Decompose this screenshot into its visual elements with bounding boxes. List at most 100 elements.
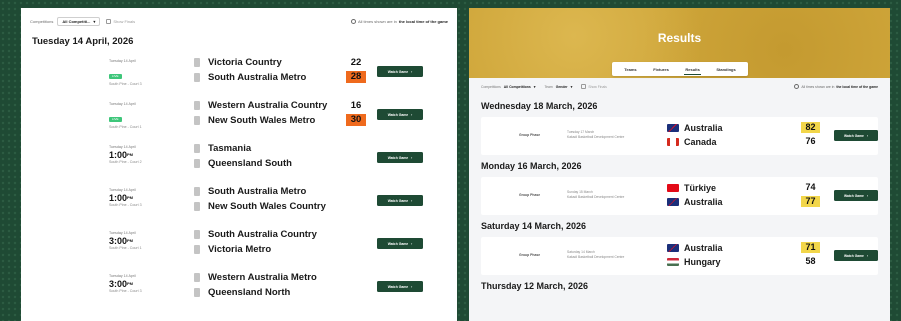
arrow-right-icon: ›	[411, 284, 413, 289]
watch-game-button[interactable]: Watch Game ›	[377, 152, 423, 163]
team-logo-icon	[194, 58, 200, 67]
away-team: Australia	[667, 197, 723, 207]
home-team-name: Victoria Country	[208, 57, 282, 68]
hungary-flag-icon	[667, 258, 679, 266]
game-row: Tuesday 14 April LIVE South Pine - Court 1…	[21, 98, 457, 141]
team-logo-icon	[194, 273, 200, 282]
game-meta: Tuesday 14 April 1:00PM South Pine - Court…	[109, 188, 189, 208]
game-venue: South Pine - Court 3	[109, 203, 142, 207]
team-logo-icon	[194, 288, 200, 297]
away-team-name: Queensland South	[208, 158, 292, 169]
away-team: Queensland South	[194, 158, 292, 169]
tab-teams[interactable]: Teams	[624, 67, 636, 72]
filter-bar: Competitions All Competiti... ▾ Show Fin…	[21, 8, 457, 34]
arrow-right-icon: ›	[411, 112, 413, 117]
show-finals-toggle[interactable]: Show Finals	[581, 84, 607, 89]
away-team-name: Victoria Metro	[208, 244, 272, 255]
game-venue: South Pine - Court 3	[109, 289, 142, 293]
game-time: 3:00PM	[109, 279, 189, 289]
live-badge: LIVE	[109, 74, 122, 79]
competitions-select[interactable]: All Competiti... ▾	[57, 16, 101, 26]
watch-game-button[interactable]: Watch Game ›	[377, 195, 423, 206]
arrow-right-icon: ›	[866, 193, 868, 198]
checkbox-icon	[581, 84, 587, 89]
arrow-right-icon: ›	[866, 133, 868, 138]
game-row: Tuesday 14 April 3:00PM South Pine - Court…	[21, 227, 457, 270]
tab-standings[interactable]: Standings	[716, 67, 735, 72]
date-heading: Wednesday 18 March, 2026	[481, 101, 598, 111]
stage-label: Group Phase	[519, 193, 541, 197]
watch-game-label: Watch Game	[387, 112, 409, 117]
timezone-note-prefix: All times shown are in	[357, 18, 397, 24]
team-logo-icon	[194, 245, 200, 254]
watch-game-button[interactable]: Watch Game ›	[377, 281, 423, 292]
home-team: Türkiye	[667, 183, 716, 193]
result-card: Group Phase Sunday 15 March Kakadi Basketb…	[481, 177, 878, 215]
watch-game-button[interactable]: Watch Game ›	[377, 109, 423, 120]
game-time: 1:00PM	[109, 150, 189, 160]
watch-game-label: Watch Game	[844, 193, 864, 198]
tab-results[interactable]: Results	[684, 67, 702, 75]
watch-game-button[interactable]: Watch Game ›	[377, 66, 423, 77]
arrow-right-icon: ›	[411, 241, 413, 246]
competitions-select[interactable]: All Competitions ▾	[504, 85, 536, 89]
home-team: Tasmania	[194, 143, 251, 154]
home-team-name: Australia	[684, 123, 723, 133]
home-team-name: Western Australia Metro	[208, 272, 317, 283]
game-time-value: 1:00	[109, 193, 128, 203]
away-team: Hungary	[667, 257, 721, 267]
away-team: Canada	[667, 137, 717, 147]
game-time-value: 3:00	[109, 279, 128, 289]
canada-flag-icon	[667, 138, 679, 146]
home-team-name: South Australia Metro	[208, 186, 307, 197]
show-finals-label: Show Finals	[588, 84, 607, 89]
results-panel: Results Teams Fixtures Results Standings…	[469, 8, 890, 321]
away-team: New South Wales Metro	[194, 115, 315, 126]
away-team-name: Hungary	[684, 257, 721, 267]
result-card: Group Phase Saturday 14 March Kakadi Baske…	[481, 237, 878, 275]
home-score: 16	[350, 100, 362, 111]
result-venue: Kakadi Basketball Development Centre	[567, 195, 625, 199]
away-team-name: Queensland North	[208, 287, 291, 298]
home-team: Australia	[667, 123, 723, 133]
team-logo-icon	[194, 202, 200, 211]
arrow-right-icon: ›	[411, 69, 413, 74]
stage-label: Group Phase	[519, 253, 541, 257]
result-venue: Kakadi Basketball Development Centre	[567, 255, 625, 259]
chevron-down-icon: ▾	[570, 84, 573, 89]
gender-select[interactable]: Gender ▾	[556, 85, 573, 89]
team-logo-icon	[194, 144, 200, 153]
away-score: 30	[346, 114, 366, 126]
team-logo-icon	[194, 230, 200, 239]
game-time-value: 1:00	[109, 150, 128, 160]
game-row: Tuesday 14 April 1:00PM South Pine - Court…	[21, 141, 457, 184]
arrow-right-icon: ›	[411, 198, 413, 203]
away-team: New South Wales Country	[194, 201, 326, 212]
watch-game-label: Watch Game	[844, 253, 864, 258]
australia-flag-icon	[667, 124, 679, 132]
away-score: 58	[805, 256, 816, 266]
watch-game-button[interactable]: Watch Game ›	[834, 190, 878, 201]
date-heading: Tuesday 14 April, 2026	[32, 36, 134, 47]
game-time-ampm: PM	[127, 238, 134, 243]
clock-icon	[794, 84, 800, 89]
watch-game-button[interactable]: Watch Game ›	[377, 238, 423, 249]
competitions-select-value: All Competiti...	[62, 18, 91, 24]
arrow-right-icon: ›	[866, 253, 868, 258]
game-time-value: 3:00	[109, 236, 128, 246]
australia-flag-icon	[667, 198, 679, 206]
home-score: 82	[801, 122, 820, 133]
game-time-ampm: PM	[127, 195, 134, 200]
chevron-down-icon: ▾	[533, 84, 536, 89]
watch-game-button[interactable]: Watch Game ›	[834, 130, 878, 141]
home-team: South Australia Country	[194, 229, 317, 240]
show-finals-toggle[interactable]: Show Finals	[106, 18, 135, 24]
timezone-note-prefix: All times shown are in	[801, 84, 835, 89]
timezone-note: All times shown are in the local time of…	[350, 18, 448, 24]
game-meta: Tuesday 14 April 1:00PM South Pine - Court…	[109, 145, 189, 165]
watch-game-button[interactable]: Watch Game ›	[834, 250, 878, 261]
tab-fixtures[interactable]: Fixtures	[653, 67, 669, 72]
game-time-ampm: PM	[127, 281, 134, 286]
results-header: Results Teams Fixtures Results Standings	[469, 8, 890, 78]
home-team: Victoria Country	[194, 57, 282, 68]
